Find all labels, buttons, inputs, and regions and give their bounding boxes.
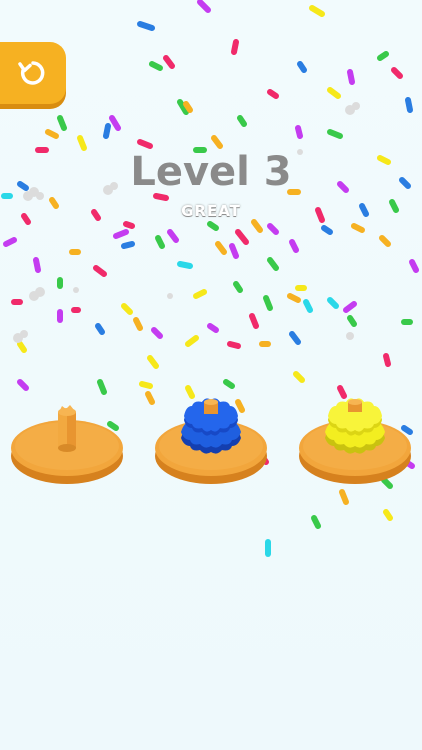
confetti [1, 0, 419, 557]
restart-button[interactable] [0, 42, 66, 104]
tower-1[interactable] [11, 405, 123, 484]
game-stage: Level 3 GREAT [0, 0, 422, 750]
restart-icon [18, 61, 45, 85]
level-title: Level 3 [130, 149, 292, 195]
level-subtitle: GREAT [181, 202, 241, 220]
level-title-block: Level 3 GREAT [0, 148, 422, 220]
towers-area [11, 398, 411, 484]
tower-2[interactable] [155, 398, 267, 484]
tower-3[interactable] [299, 398, 411, 484]
